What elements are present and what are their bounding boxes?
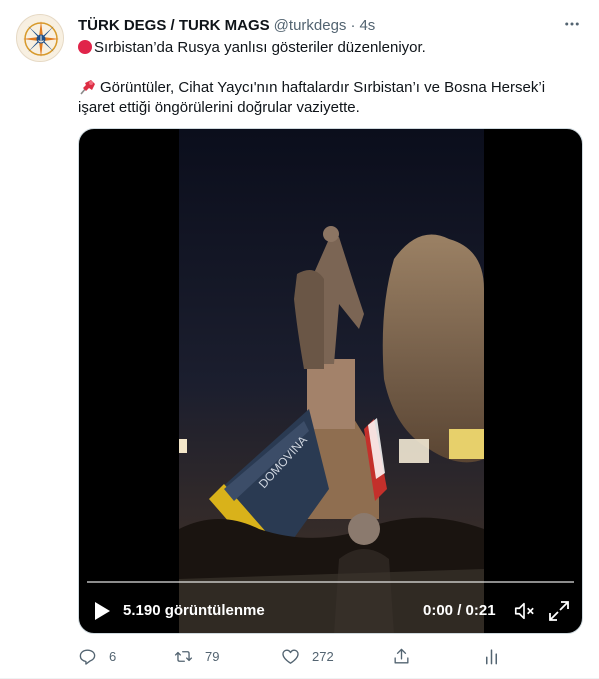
reply-count: 6 xyxy=(109,648,117,664)
mute-icon[interactable] xyxy=(513,600,535,622)
video-thumbnail: DOMOVINA xyxy=(179,129,484,633)
tweet-text: Sırbistan’da Rusya yanlısı gösteriler dü… xyxy=(78,38,583,118)
tweet-line-1: Sırbistan’da Rusya yanlısı gösteriler dü… xyxy=(78,38,583,58)
compass-rose-logo-icon xyxy=(19,17,63,61)
tweet-line-3: işaret ettiği öngörülerini doğrular vazi… xyxy=(78,99,360,116)
pushpin-emoji-icon xyxy=(80,80,95,95)
red-circle-emoji-icon xyxy=(78,40,92,54)
separator: · xyxy=(350,16,356,34)
play-icon[interactable] xyxy=(93,601,111,621)
like-count: 272 xyxy=(312,648,334,664)
retweet-button[interactable]: 79 xyxy=(174,644,219,668)
video-controls: 5.190 görüntülenme 0:00 / 0:21 xyxy=(79,591,582,631)
like-icon xyxy=(282,648,299,664)
author-name[interactable]: TÜRK DEGS / TURK MAGS xyxy=(78,17,270,34)
analytics-icon xyxy=(485,648,498,664)
tweet-text-line-2: Görüntüler, Cihat Yaycı'nın haftalardır … xyxy=(100,79,546,96)
share-button[interactable] xyxy=(392,644,411,668)
video-progress-bar[interactable] xyxy=(87,581,574,583)
view-count: 5.190 görüntülenme xyxy=(123,602,265,619)
like-button[interactable]: 272 xyxy=(281,644,334,668)
tweet-text-line-1: Sırbistan’da Rusya yanlısı gösteriler dü… xyxy=(94,39,426,56)
tweet-header: TÜRK DEGS / TURK MAGS @turkdegs · 4s xyxy=(78,15,583,35)
video-timecode: 0:00 / 0:21 xyxy=(423,602,496,619)
tweet-actions: 6 79 272 xyxy=(78,644,518,668)
fullscreen-icon[interactable] xyxy=(547,599,571,623)
retweet-icon xyxy=(174,650,193,662)
reply-icon xyxy=(79,648,96,665)
tweet[interactable]: TÜRK DEGS / TURK MAGS @turkdegs · 4s Sır… xyxy=(0,0,599,679)
reply-button[interactable]: 6 xyxy=(78,644,116,668)
author-handle[interactable]: @turkdegs xyxy=(274,17,347,34)
retweet-count: 79 xyxy=(205,648,220,664)
avatar[interactable] xyxy=(16,14,64,62)
share-icon xyxy=(394,648,409,664)
video-player[interactable]: DOMOVINA 5.190 görüntülenme 0:00 / 0:21 xyxy=(78,128,583,634)
analytics-button[interactable] xyxy=(482,644,501,668)
video-frame[interactable]: DOMOVINA xyxy=(179,129,484,633)
tweet-line-2: Görüntüler, Cihat Yaycı'nın haftalardır … xyxy=(78,78,583,98)
more-options-icon[interactable] xyxy=(561,13,583,35)
timestamp[interactable]: 4s xyxy=(359,17,375,34)
